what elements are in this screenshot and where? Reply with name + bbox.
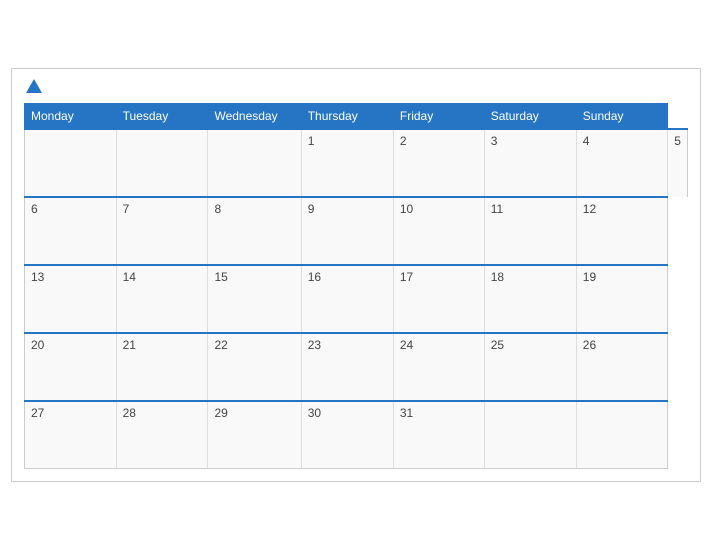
calendar-container: MondayTuesdayWednesdayThursdayFridaySatu… [11,68,701,483]
day-number: 27 [31,406,44,420]
calendar-cell [25,129,117,197]
day-number: 16 [308,270,321,284]
calendar-cell [116,129,208,197]
calendar-cell: 16 [301,265,393,333]
days-header-row: MondayTuesdayWednesdayThursdayFridaySatu… [25,103,688,129]
calendar-cell: 11 [484,197,576,265]
calendar-cell: 21 [116,333,208,401]
day-number: 28 [123,406,136,420]
day-number: 15 [214,270,227,284]
day-header-sunday: Sunday [576,103,667,129]
calendar-cell: 9 [301,197,393,265]
calendar-cell: 19 [576,265,667,333]
day-number: 23 [308,338,321,352]
day-number: 18 [491,270,504,284]
calendar-cell: 25 [484,333,576,401]
day-number: 24 [400,338,413,352]
day-number: 17 [400,270,413,284]
logo [24,79,42,95]
day-number: 8 [214,202,221,216]
calendar-cell: 26 [576,333,667,401]
calendar-cell: 23 [301,333,393,401]
calendar-cell: 15 [208,265,301,333]
day-number: 11 [491,202,503,216]
calendar-cell [208,129,301,197]
day-number: 20 [31,338,44,352]
week-row-1: 1 2 3 4 5 [25,129,688,197]
calendar-cell: 17 [393,265,484,333]
calendar-thead: MondayTuesdayWednesdayThursdayFridaySatu… [25,103,688,129]
day-number: 2 [400,134,407,148]
week-row-3: 13 14 15 16 17 18 19 [25,265,688,333]
calendar-cell: 24 [393,333,484,401]
day-number: 22 [214,338,227,352]
week-row-5: 27 28 29 30 31 [25,401,688,469]
week-row-2: 6 7 8 9 10 11 12 [25,197,688,265]
calendar-cell: 2 [393,129,484,197]
day-number: 4 [583,134,590,148]
calendar-cell [576,401,667,469]
day-number: 25 [491,338,504,352]
calendar-header [24,79,688,95]
calendar-cell: 3 [484,129,576,197]
day-header-friday: Friday [393,103,484,129]
day-number: 10 [400,202,413,216]
calendar-cell [484,401,576,469]
calendar-cell: 30 [301,401,393,469]
calendar-cell: 14 [116,265,208,333]
calendar-cell: 18 [484,265,576,333]
day-number: 26 [583,338,596,352]
calendar-cell: 31 [393,401,484,469]
day-number: 21 [123,338,136,352]
calendar-cell: 12 [576,197,667,265]
calendar-cell: 22 [208,333,301,401]
day-number: 30 [308,406,321,420]
day-number: 29 [214,406,227,420]
day-header-saturday: Saturday [484,103,576,129]
day-header-tuesday: Tuesday [116,103,208,129]
calendar-table: MondayTuesdayWednesdayThursdayFridaySatu… [24,103,688,470]
day-number: 12 [583,202,596,216]
calendar-tbody: 1234567891011121314151617181920212223242… [25,129,688,469]
logo-row [24,79,42,95]
day-number: 31 [400,406,413,420]
day-number: 13 [31,270,44,284]
day-number: 9 [308,202,315,216]
calendar-cell: 28 [116,401,208,469]
day-number: 1 [308,134,315,148]
calendar-cell: 27 [25,401,117,469]
day-number: 3 [491,134,498,148]
logo-triangle-icon [26,79,42,93]
calendar-cell: 4 [576,129,667,197]
day-header-wednesday: Wednesday [208,103,301,129]
calendar-cell: 7 [116,197,208,265]
week-row-4: 20 21 22 23 24 25 26 [25,333,688,401]
calendar-cell: 1 [301,129,393,197]
calendar-cell: 10 [393,197,484,265]
calendar-cell: 13 [25,265,117,333]
day-number: 5 [674,134,681,148]
day-header-monday: Monday [25,103,117,129]
logo-block [24,79,42,95]
calendar-cell: 6 [25,197,117,265]
day-header-thursday: Thursday [301,103,393,129]
day-number: 19 [583,270,596,284]
calendar-cell: 29 [208,401,301,469]
day-number: 6 [31,202,38,216]
day-number: 7 [123,202,130,216]
calendar-cell: 20 [25,333,117,401]
calendar-cell: 8 [208,197,301,265]
day-number: 14 [123,270,136,284]
calendar-cell: 5 [668,129,688,197]
